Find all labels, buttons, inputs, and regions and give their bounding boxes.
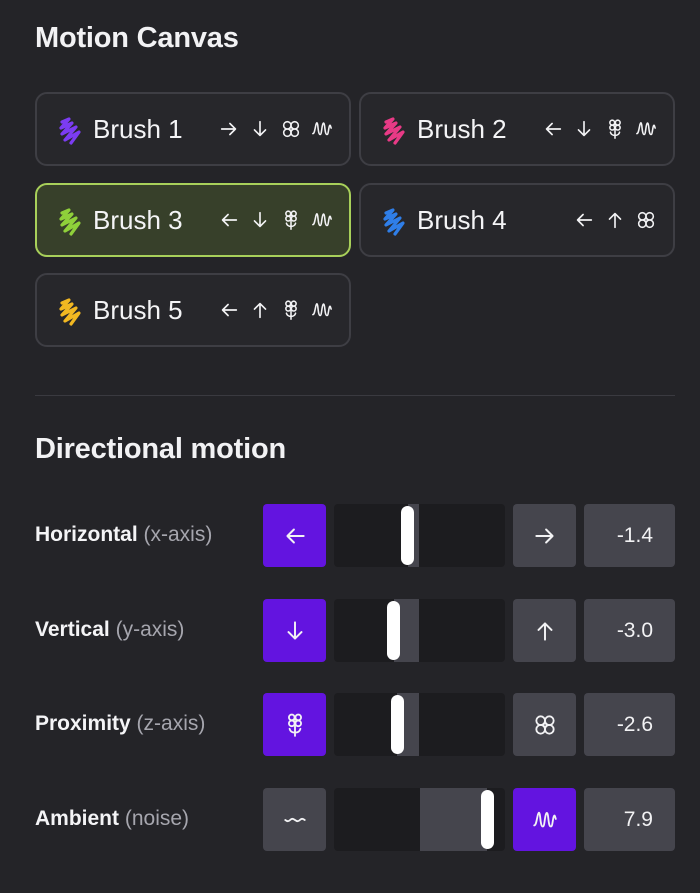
value-field[interactable]: -3.0 (584, 599, 675, 662)
wave-icon (311, 117, 333, 141)
clover-icon (532, 712, 558, 738)
axis-name: Ambient (35, 807, 119, 830)
value-field[interactable]: -1.4 (584, 504, 675, 567)
arrow-up-icon (604, 208, 626, 232)
arrow-down-icon (249, 208, 271, 232)
slider-thumb[interactable] (401, 506, 415, 565)
slider-fill (419, 788, 488, 851)
negative-button[interactable] (263, 693, 326, 756)
axis-hint: (z-axis) (136, 712, 206, 735)
clover-icon (635, 208, 657, 232)
arrow-down-icon (249, 117, 271, 141)
arrow-left-icon (218, 208, 240, 232)
brush-stroke-icon (57, 116, 83, 146)
clover-icon (280, 117, 302, 141)
brush-motion-glyphs (218, 298, 333, 322)
brush-card-2[interactable]: Brush 2 (359, 92, 675, 166)
brush-stroke-icon (381, 207, 407, 237)
row-label-horizontal: Horizontal (x-axis) (35, 523, 212, 547)
flower-icon (604, 117, 626, 141)
brush-name: Brush 3 (93, 205, 183, 235)
arrow-left-icon (542, 117, 564, 141)
brush-card-5[interactable]: Brush 5 (35, 273, 351, 347)
value-field[interactable]: -2.6 (584, 693, 675, 756)
arrow-left-icon (282, 523, 308, 549)
positive-button[interactable] (513, 693, 576, 756)
slider-thumb[interactable] (387, 601, 401, 660)
wave-icon (311, 208, 333, 232)
brush-name: Brush 2 (417, 114, 507, 144)
negative-button[interactable] (263, 599, 326, 662)
wave-icon (635, 117, 657, 141)
slider-track[interactable] (334, 788, 505, 851)
flower-icon (282, 712, 308, 738)
section-divider (35, 395, 675, 396)
slider-thumb[interactable] (480, 790, 494, 849)
section-title-motion: Directional motion (35, 433, 286, 465)
arrow-down-icon (573, 117, 595, 141)
row-label-proximity: Proximity (z-axis) (35, 712, 205, 736)
wave-icon (532, 807, 558, 833)
brush-name: Brush 5 (93, 295, 183, 325)
axis-name: Proximity (35, 712, 131, 735)
arrow-right-icon (532, 523, 558, 549)
positive-button[interactable] (513, 504, 576, 567)
section-title-canvas: Motion Canvas (35, 22, 239, 54)
arrow-left-icon (573, 208, 595, 232)
axis-name: Vertical (35, 618, 110, 641)
slider-thumb[interactable] (390, 695, 404, 754)
calm-wave-icon (282, 807, 308, 833)
axis-name: Horizontal (35, 523, 138, 546)
brush-name: Brush 4 (417, 205, 507, 235)
slider-track[interactable] (334, 504, 505, 567)
brush-card-4[interactable]: Brush 4 (359, 183, 675, 257)
flower-icon (280, 208, 302, 232)
brush-motion-glyphs (573, 208, 657, 232)
brush-stroke-icon (381, 116, 407, 146)
positive-button[interactable] (513, 788, 576, 851)
brush-card-3[interactable]: Brush 3 (35, 183, 351, 257)
brush-motion-glyphs (542, 117, 657, 141)
brush-stroke-icon (57, 297, 83, 327)
motion-panel: Motion Canvas Brush 1 Brush 2 Brush 3 Brush… (0, 0, 700, 893)
arrow-left-icon (218, 298, 240, 322)
brush-motion-glyphs (218, 117, 333, 141)
slider-track[interactable] (334, 599, 505, 662)
axis-hint: (y-axis) (115, 618, 185, 641)
wave-icon (311, 298, 333, 322)
flower-icon (280, 298, 302, 322)
slider-track[interactable] (334, 693, 505, 756)
brush-name: Brush 1 (93, 114, 183, 144)
row-label-vertical: Vertical (y-axis) (35, 618, 184, 642)
arrow-right-icon (218, 117, 240, 141)
negative-button[interactable] (263, 504, 326, 567)
arrow-up-icon (532, 618, 558, 644)
row-label-ambient: Ambient (noise) (35, 807, 189, 831)
brush-card-1[interactable]: Brush 1 (35, 92, 351, 166)
positive-button[interactable] (513, 599, 576, 662)
brush-stroke-icon (57, 207, 83, 237)
axis-hint: (noise) (124, 807, 190, 830)
negative-button[interactable] (263, 788, 326, 851)
arrow-down-icon (282, 618, 308, 644)
axis-hint: (x-axis) (143, 523, 213, 546)
value-field[interactable]: 7.9 (584, 788, 675, 851)
brush-motion-glyphs (218, 208, 333, 232)
arrow-up-icon (249, 298, 271, 322)
